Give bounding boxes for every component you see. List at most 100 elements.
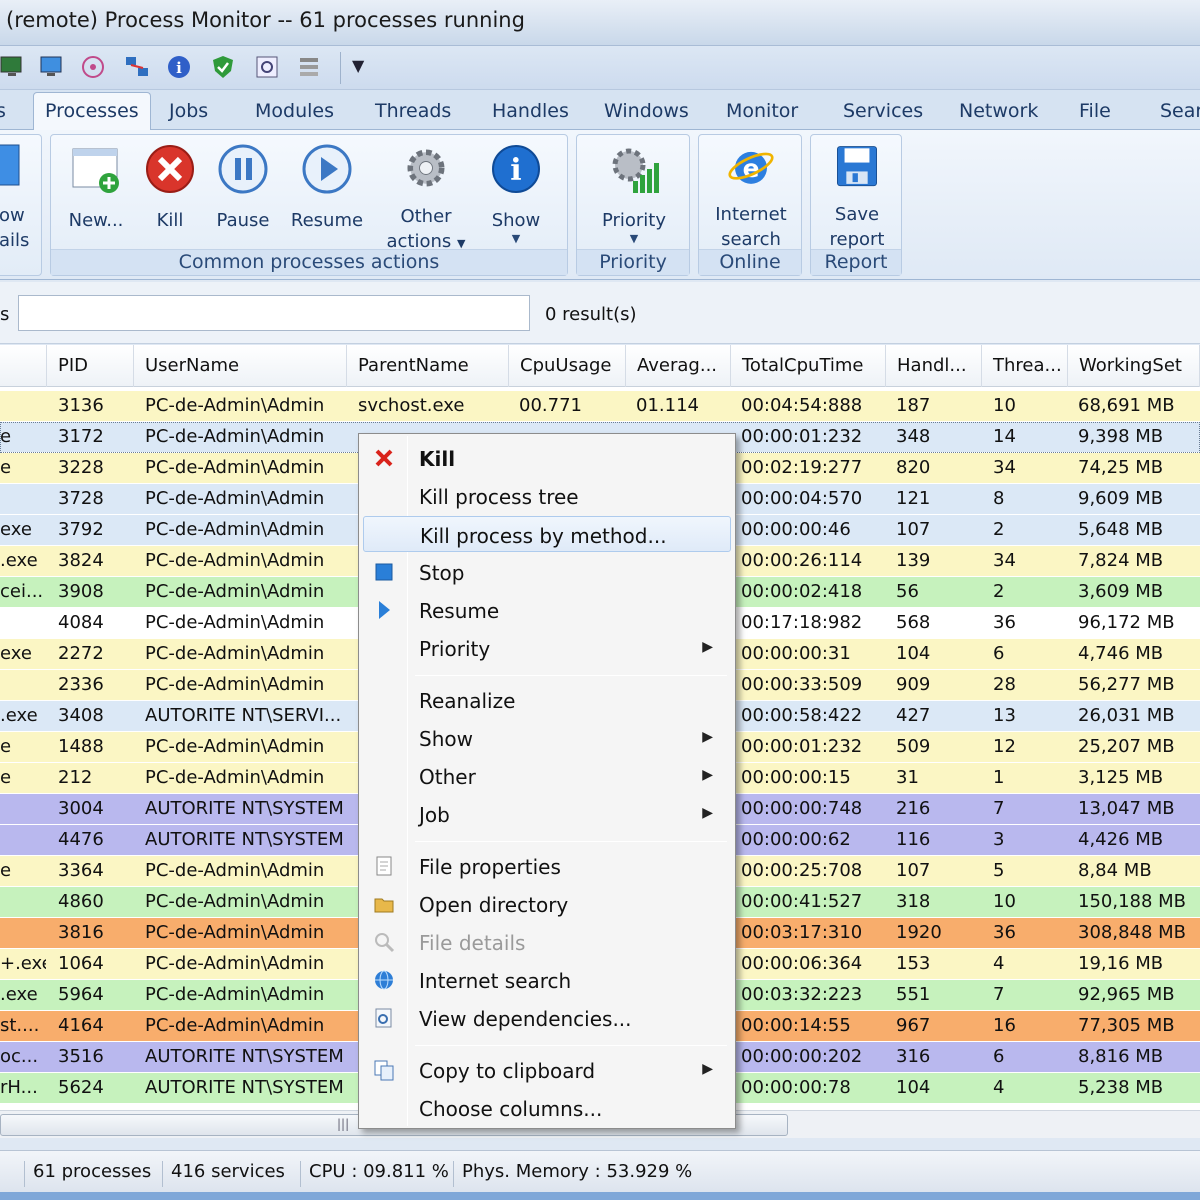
settings-icon[interactable] [254,54,280,80]
new-process-button[interactable]: New... [65,143,127,233]
tab-modules[interactable]: Modules [255,100,334,122]
tab-file[interactable]: File [1079,100,1111,122]
tab-network[interactable]: Network [959,100,1038,122]
menu-item-job[interactable]: Job ▶ [363,796,731,832]
shield-icon[interactable] [210,54,236,80]
menu-item-resume[interactable]: Resume [363,592,731,628]
priority-button[interactable]: Priority ▼ [587,143,681,245]
submenu-arrow-icon: ▶ [702,805,713,821]
cell-threads: 36 [993,922,1016,943]
tab-processes[interactable]: Processes [33,92,151,131]
cell-handles: 56 [896,581,919,602]
tab-threads[interactable]: Threads [375,100,451,122]
cell-handles: 316 [896,1046,931,1067]
menu-separator [415,675,727,676]
menu-item-choose-columns[interactable]: Choose columns... [363,1090,731,1126]
column-header-handles[interactable]: Handl... [886,345,982,387]
menu-item-kill[interactable]: Kill [363,440,731,476]
menu-item-open-directory[interactable]: Open directory [363,886,731,922]
menu-item-show[interactable]: Show ▶ [363,720,731,756]
status-memory: Phys. Memory : 53.929 % [453,1161,692,1187]
menu-item-label: Resume [419,599,500,623]
search-row: s 0 result(s) [0,282,1200,344]
table-row[interactable]: 3136 PC-de-Admin\Admin svchost.exe 00.771 01… [0,391,1200,422]
cell-name: e [0,767,12,788]
column-header-threads[interactable]: Threa... [982,345,1068,387]
cell-workingset: 8,816 MB [1078,1046,1164,1067]
cell-name: st.... [0,1015,40,1036]
menu-item-internet-search[interactable]: Internet search [363,962,731,998]
status-services: 416 services [162,1161,285,1187]
resume-button[interactable]: Resume [287,143,367,233]
menu-item-file-properties[interactable]: File properties [363,848,731,884]
show-button[interactable]: i Show ▼ [481,143,551,245]
menu-item-kill-process-tree[interactable]: Kill process tree [363,478,731,514]
menu-item-label: View dependencies... [419,1007,632,1031]
menu-item-kill-process-by-method[interactable]: Kill process by method... [363,516,731,552]
search-input[interactable] [18,295,530,331]
cell-handles: 187 [896,395,931,416]
menu-item-other[interactable]: Other ▶ [363,758,731,794]
tab-search[interactable]: Sear [1160,100,1200,122]
cell-threads: 13 [993,705,1016,726]
kill-button[interactable]: Kill [139,143,201,233]
column-header-parentname[interactable]: ParentName [347,345,509,387]
tab-hidden-left[interactable]: s [0,100,6,122]
pause-button[interactable]: Pause [211,143,275,233]
tools-icon[interactable] [296,54,322,80]
monitor-icon[interactable] [0,54,26,80]
target-icon[interactable] [80,54,106,80]
menu-item-copy-to-clipboard[interactable]: Copy to clipboard ▶ [363,1052,731,1088]
cell-handles: 107 [896,519,931,540]
computer-icon[interactable] [38,54,64,80]
menu-item-view-dependencies[interactable]: View dependencies... [363,1000,731,1036]
cell-workingset: 4,746 MB [1078,643,1164,664]
cell-workingset: 4,426 MB [1078,829,1164,850]
column-header-workingset[interactable]: WorkingSet [1068,345,1200,387]
other-actions-button[interactable]: Other actions ▼ [381,143,471,256]
menu-item-stop[interactable]: Stop [363,554,731,590]
cell-workingset: 3,125 MB [1078,767,1164,788]
group-label-online: Online [699,249,801,275]
info-icon[interactable]: i [166,54,192,80]
tab-services[interactable]: Services [843,100,923,122]
internet-search-button[interactable]: e Internet search [705,143,797,252]
pause-icon [218,144,268,194]
search-label: s [0,304,10,325]
tab-monitor[interactable]: Monitor [726,100,798,122]
show-details-button[interactable]: ow ails [0,203,29,253]
column-header-average[interactable]: Averag... [626,345,731,387]
customize-toolbar-dropdown[interactable]: ▼ [352,56,364,75]
title-bar: (remote) Process Monitor -- 61 processes… [0,0,1200,46]
cell-totalcputime: 00:00:00:31 [741,643,851,664]
group-label-priority: Priority [577,249,689,275]
menu-item-label: Job [419,803,450,827]
tab-windows[interactable]: Windows [604,100,689,122]
search-result-count: 0 result(s) [545,304,637,325]
menu-item-priority[interactable]: Priority ▶ [363,630,731,666]
column-header-pid[interactable]: PID [47,345,134,387]
cell-username: PC-de-Admin\Admin [145,767,325,788]
context-menu: Kill Kill process tree Kill process by met… [358,433,736,1129]
menu-item-reanalize[interactable]: Reanalize [363,682,731,718]
tab-jobs[interactable]: Jobs [169,100,208,122]
cell-threads: 6 [993,1046,1005,1067]
cell-totalcputime: 00:02:19:277 [741,457,863,478]
menu-item-file-details: File details [363,924,731,960]
tab-handles[interactable]: Handles [492,100,569,122]
cell-pid: 4860 [58,891,104,912]
cell-name: exe [0,519,32,540]
save-icon [837,146,877,187]
save-report-button[interactable]: Save report [815,143,899,252]
cell-username: PC-de-Admin\Admin [145,860,325,881]
play-icon [302,144,352,194]
menu-item-label: Kill [419,447,456,471]
column-header-totalcputime[interactable]: TotalCpuTime [731,345,886,387]
cell-handles: 107 [896,860,931,881]
column-header-cpuusage[interactable]: CpuUsage [509,345,626,387]
cell-totalcputime: 00:00:01:232 [741,736,863,757]
column-header-username[interactable]: UserName [134,345,347,387]
network-icon[interactable] [124,54,150,80]
cell-totalcputime: 00:00:02:418 [741,581,863,602]
column-header-name[interactable] [0,345,47,387]
